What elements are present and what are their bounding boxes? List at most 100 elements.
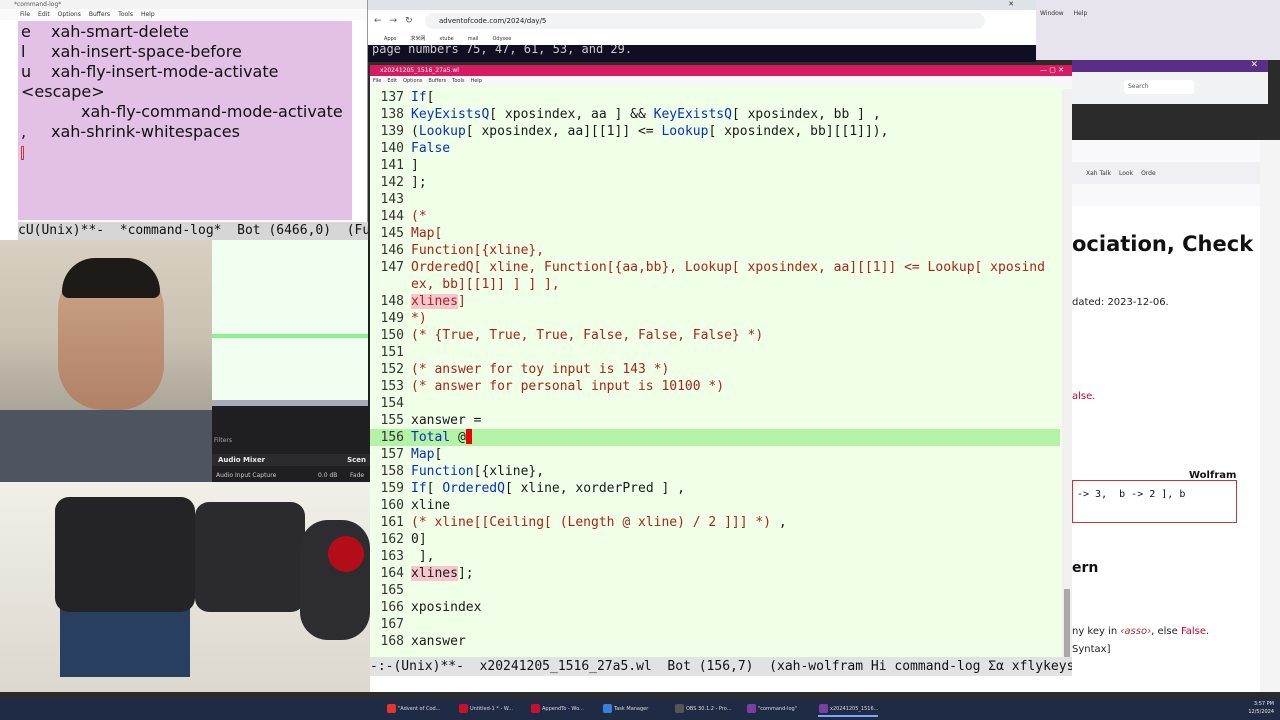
code-line[interactable]: 139 (Lookup[ xposindex, aa][[1]] <= Looku… bbox=[370, 123, 1060, 140]
bookmark-item[interactable]: Apps bbox=[384, 33, 396, 45]
code-line[interactable]: 167 bbox=[370, 616, 1060, 633]
editor-scrollbar[interactable] bbox=[1062, 89, 1072, 677]
code-token: Lookup bbox=[418, 124, 466, 139]
menu-item-help[interactable]: Help bbox=[141, 9, 155, 20]
menu-item-help[interactable]: Help bbox=[1074, 10, 1088, 17]
code-line[interactable]: 148 xlines] bbox=[370, 293, 1060, 310]
line-text: Map[ bbox=[411, 446, 442, 463]
code-line[interactable]: 138 KeyExistsQ[ xposindex, aa ] && KeyExi… bbox=[370, 106, 1060, 123]
code-line[interactable]: 142]; bbox=[370, 174, 1060, 191]
menu-item-help[interactable]: Help bbox=[470, 76, 481, 87]
menu-item-file[interactable]: File bbox=[20, 9, 30, 20]
code-line[interactable]: 140 False bbox=[370, 140, 1060, 157]
scene-label[interactable]: Scen bbox=[347, 454, 366, 466]
code-token: If bbox=[411, 481, 427, 496]
code-line[interactable]: 158 Function[{xline}, bbox=[370, 463, 1060, 480]
code-token: (* xline[[Ceiling[ (Length @ xline) / 2 … bbox=[411, 515, 772, 530]
menu-item-options[interactable]: Options bbox=[403, 76, 422, 87]
browser-tab[interactable]: Orde bbox=[1141, 170, 1156, 177]
obs-filters-label[interactable]: Filters bbox=[212, 435, 370, 447]
menu-item-tools[interactable]: Tools bbox=[452, 76, 464, 87]
browser-window: ✕ ← → ↻ adventofcode.com/2024/day/5 Apps… bbox=[368, 0, 1036, 62]
code-line[interactable]: 154 bbox=[370, 395, 1060, 412]
code-line[interactable]: 156 Total @ bbox=[370, 429, 1060, 446]
code-line[interactable]: ex, bb][[1]] ] ] ], bbox=[370, 276, 1060, 293]
code-token: [ xposindex, aa][[1]] <= bbox=[465, 124, 662, 139]
taskbar-item[interactable]: OBS 30.1.2 - Pro... bbox=[674, 701, 732, 717]
bookmark-item[interactable]: xtube bbox=[439, 33, 453, 45]
code-token: [ xposindex, aa ] && bbox=[489, 107, 654, 122]
doc-any-key-text: ny key in ‹asso›, else False. bbox=[1072, 626, 1210, 637]
taskbar-item[interactable]: "Advent of Cod... bbox=[386, 701, 440, 717]
emacs-titlebar[interactable]: x20241205_1516_27a5.wl — ▢ ✕ bbox=[370, 65, 1072, 76]
taskbar-item[interactable]: AppendTo - Wo... bbox=[530, 701, 584, 717]
code-line[interactable]: 146 Function[{xline}, bbox=[370, 242, 1060, 259]
line-text: (* answer for personal input is 10100 *) bbox=[411, 378, 724, 395]
back-icon[interactable]: ← bbox=[374, 16, 382, 26]
code-line[interactable]: 141] bbox=[370, 157, 1060, 174]
doc-code-box: -> 3, b -> 2 ], b bbox=[1072, 480, 1237, 523]
taskbar-item[interactable]: x20241205_1516... bbox=[818, 701, 879, 717]
docs-toolbar bbox=[1072, 184, 1260, 206]
menu-item-buffers[interactable]: Buffers bbox=[89, 9, 110, 20]
forward-icon[interactable]: → bbox=[390, 16, 398, 26]
emacs-title: x20241205_1516_27a5.wl bbox=[380, 67, 459, 74]
app-icon bbox=[747, 704, 756, 713]
code-line[interactable]: 151 bbox=[370, 344, 1060, 361]
browser-close-icon[interactable]: ✕ bbox=[1008, 0, 1014, 8]
browser-tab[interactable]: Xah Talk bbox=[1086, 170, 1111, 177]
browser-tabstrip[interactable]: ✕ bbox=[368, 0, 1036, 10]
command-key: , bbox=[21, 122, 27, 141]
code-line[interactable]: 165 bbox=[370, 582, 1060, 599]
code-line[interactable]: 166 xposindex bbox=[370, 599, 1060, 616]
taskbar-clock[interactable]: 3:57 PM 12/5/2024 bbox=[1248, 700, 1274, 716]
code-line[interactable]: 155 xanswer = bbox=[370, 412, 1060, 429]
command-log-buffer[interactable]: e xah-smart-delete l xah-insert-space-befor… bbox=[18, 21, 352, 220]
command-log-titlebar[interactable]: *command-log* bbox=[0, 0, 367, 9]
code-line[interactable]: 137 If[ bbox=[370, 89, 1060, 106]
menu-item-file[interactable]: File bbox=[373, 76, 381, 87]
code-line[interactable]: 143 bbox=[370, 191, 1060, 208]
browser-tab[interactable]: Look bbox=[1119, 170, 1133, 177]
code-line[interactable]: 161 (* xline[[Ceiling[ (Length @ xline) /… bbox=[370, 514, 1060, 531]
menu-item-buffers[interactable]: Buffers bbox=[428, 76, 446, 87]
window-controls[interactable]: — ▢ ✕ bbox=[1040, 65, 1064, 76]
code-line[interactable]: 144 (* bbox=[370, 208, 1060, 225]
close-icon[interactable]: ✕ bbox=[1250, 60, 1258, 70]
menu-item-edit[interactable]: Edit bbox=[38, 9, 50, 20]
code-line[interactable]: 159 If[ OrderedQ[ xline, xorderPred ] , bbox=[370, 480, 1060, 497]
bookmark-item[interactable]: 求米网 bbox=[410, 33, 425, 45]
code-line[interactable]: 162 0] bbox=[370, 531, 1060, 548]
search-input[interactable]: Search bbox=[1124, 80, 1194, 94]
trackball-ball bbox=[328, 536, 364, 572]
doc-subheading: ern bbox=[1072, 560, 1099, 576]
menu-item-options[interactable]: Options bbox=[58, 9, 81, 20]
code-line[interactable]: 157 Map[ bbox=[370, 446, 1060, 463]
code-line[interactable]: 150 (* {True, True, True, False, False, F… bbox=[370, 327, 1060, 344]
code-token: xposindex bbox=[411, 600, 482, 615]
bookmark-item[interactable]: Odysee bbox=[492, 33, 511, 45]
docs-titlebar[interactable] bbox=[1072, 140, 1260, 162]
code-line[interactable]: 149 *) bbox=[370, 310, 1060, 327]
menu-item-edit[interactable]: Edit bbox=[387, 76, 397, 87]
code-line[interactable]: 145 Map[ bbox=[370, 225, 1060, 242]
purple-titlebar[interactable]: ✕ bbox=[1072, 60, 1268, 72]
code-line[interactable]: 168 xanswer bbox=[370, 633, 1060, 650]
minibuffer[interactable] bbox=[370, 676, 1072, 692]
taskbar-item[interactable]: Untitled-1 * - W... bbox=[458, 701, 513, 717]
bookmark-item[interactable]: mail bbox=[468, 33, 479, 45]
code-line[interactable]: 164 xlines]; bbox=[370, 565, 1060, 582]
code-line[interactable]: 163 ], bbox=[370, 548, 1060, 565]
address-bar[interactable]: adventofcode.com/2024/day/5 bbox=[425, 13, 985, 29]
code-line[interactable]: 153 (* answer for personal input is 10100… bbox=[370, 378, 1060, 395]
taskbar-item[interactable]: Task Manager bbox=[602, 701, 648, 717]
menu-item-tools[interactable]: Tools bbox=[118, 9, 133, 20]
code-editor[interactable]: 137 If[138 KeyExistsQ[ xposindex, aa ] && … bbox=[370, 89, 1060, 677]
code-line[interactable]: 152 (* answer for toy input is 143 *) bbox=[370, 361, 1060, 378]
menu-item-window[interactable]: Window bbox=[1040, 10, 1064, 17]
audio-input-row[interactable]: Audio Input Capture 0.0 dB Fade bbox=[212, 470, 370, 482]
code-line[interactable]: 147 OrderedQ[ xline, Function[{aa,bb}, Lo… bbox=[370, 259, 1060, 276]
code-line[interactable]: 160 xline bbox=[370, 497, 1060, 514]
reload-icon[interactable]: ↻ bbox=[405, 16, 413, 26]
taskbar-item[interactable]: "command-log" bbox=[746, 701, 797, 717]
